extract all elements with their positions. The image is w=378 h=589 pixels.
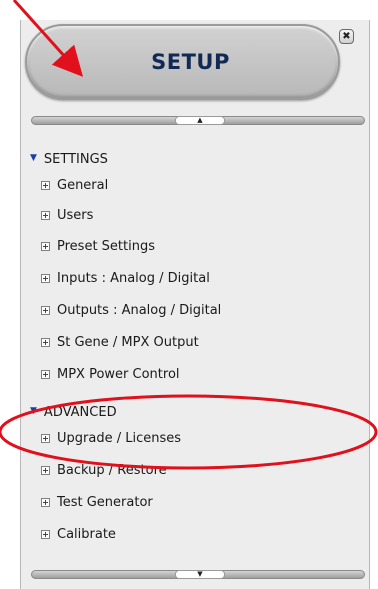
setup-button-label: SETUP [151, 50, 230, 74]
scrollbar-bottom[interactable]: ▼ [31, 570, 365, 579]
tree-item-inputs[interactable]: Inputs : Analog / Digital [41, 269, 210, 287]
expand-plus-icon[interactable] [41, 433, 50, 443]
expand-plus-icon[interactable] [41, 337, 50, 347]
expand-triangle-icon: ▼ [30, 406, 37, 416]
expand-plus-icon[interactable] [41, 369, 50, 379]
tree-item-label: Inputs : Analog / Digital [57, 270, 210, 286]
tree-item-label: Test Generator [57, 494, 153, 510]
expand-triangle-icon: ▼ [30, 153, 37, 163]
section-title: SETTINGS [43, 151, 108, 167]
tree-item-label: General [57, 177, 109, 193]
tree-item-label: Preset Settings [57, 238, 155, 254]
tree-item-backup-restore[interactable]: Backup / Restore [41, 461, 167, 479]
expand-plus-icon[interactable] [41, 273, 50, 283]
tree-item-outputs[interactable]: Outputs : Analog / Digital [41, 301, 221, 319]
expand-plus-icon[interactable] [41, 497, 50, 507]
tree-item-st-gene-mpx[interactable]: St Gene / MPX Output [41, 333, 199, 351]
close-icon[interactable]: ✖ [339, 29, 354, 44]
tree-item-test-generator[interactable]: Test Generator [41, 493, 153, 511]
section-title: ADVANCED [43, 404, 117, 420]
tree-item-mpx-power[interactable]: MPX Power Control [41, 365, 180, 383]
tree-item-general[interactable]: General [41, 176, 108, 194]
scrollbar-top[interactable]: ▲ [31, 116, 365, 125]
tree-item-label: St Gene / MPX Output [57, 334, 199, 350]
tree-item-calibrate[interactable]: Calibrate [41, 525, 116, 543]
tree-item-users[interactable]: Users [41, 206, 93, 224]
expand-plus-icon[interactable] [41, 180, 50, 190]
tree-item-upgrade-licenses[interactable]: Upgrade / Licenses [41, 429, 181, 447]
section-advanced[interactable]: ▼ ADVANCED [30, 403, 117, 421]
expand-plus-icon[interactable] [41, 210, 50, 220]
section-settings[interactable]: ▼ SETTINGS [30, 150, 108, 168]
scroll-down-icon[interactable]: ▼ [175, 570, 225, 579]
tree-item-label: Upgrade / Licenses [57, 430, 182, 446]
expand-plus-icon[interactable] [41, 529, 50, 539]
expand-plus-icon[interactable] [41, 465, 50, 475]
tree-item-label: MPX Power Control [57, 366, 180, 382]
tree-item-label: Outputs : Analog / Digital [57, 302, 222, 318]
scroll-up-icon[interactable]: ▲ [175, 116, 225, 125]
expand-plus-icon[interactable] [41, 241, 50, 251]
tree-item-label: Users [57, 207, 94, 223]
setup-panel: SETUP ✖ ▲ ▼ SETTINGS General Users Prese… [20, 20, 370, 589]
setup-button[interactable]: SETUP [25, 24, 340, 100]
expand-plus-icon[interactable] [41, 305, 50, 315]
tree-item-label: Calibrate [57, 526, 116, 542]
tree-item-label: Backup / Restore [57, 462, 167, 478]
tree-item-preset-settings[interactable]: Preset Settings [41, 237, 155, 255]
